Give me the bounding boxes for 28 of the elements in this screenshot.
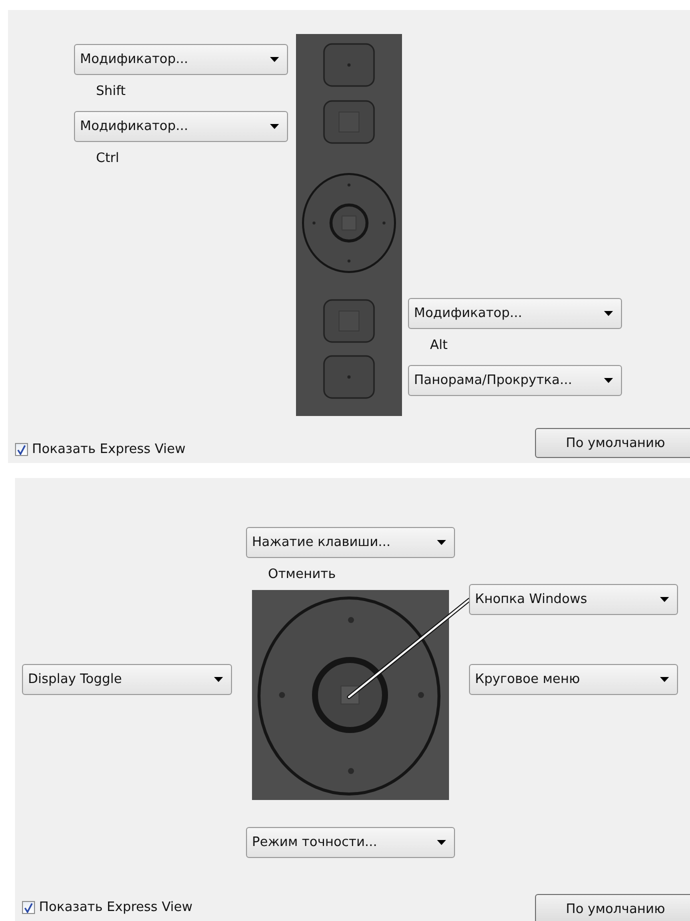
dropdown[interactable]: Модификатор...	[408, 298, 622, 329]
caret-icon	[214, 677, 223, 682]
dropdown[interactable]: Панорама/Прокрутка...	[408, 365, 622, 396]
caret-icon	[437, 540, 446, 545]
caret-icon	[604, 378, 613, 383]
dropdown[interactable]: Режим точности...	[246, 827, 455, 858]
dropdown-caption: Ctrl	[96, 151, 120, 166]
default-button[interactable]: По умолчанию	[535, 428, 690, 458]
dropdown[interactable]: Кнопка Windows	[469, 584, 678, 615]
checkbox-label: Показать Express View	[32, 442, 186, 457]
dropdown[interactable]: Нажатие клавиши...	[246, 527, 455, 558]
checkbox-label: Показать Express View	[39, 900, 193, 915]
caret-icon	[660, 597, 669, 602]
caret-icon	[604, 311, 613, 316]
caret-icon	[270, 124, 279, 129]
caret-icon	[437, 840, 446, 845]
dropdown-caption: Отменить	[268, 567, 336, 582]
default-button[interactable]: По умолчанию	[535, 894, 690, 921]
dropdown[interactable]: Круговое меню	[469, 664, 678, 695]
dropdown-caption: Shift	[96, 84, 126, 99]
dropdown[interactable]: Display Toggle	[22, 664, 232, 695]
caret-icon	[270, 57, 279, 62]
dropdown[interactable]: Модификатор...	[74, 44, 288, 75]
caret-icon	[660, 677, 669, 682]
checkbox[interactable]	[22, 901, 35, 914]
checkbox[interactable]	[15, 443, 28, 456]
dropdown-caption: Alt	[430, 338, 448, 353]
dropdown[interactable]: Модификатор...	[74, 111, 288, 142]
